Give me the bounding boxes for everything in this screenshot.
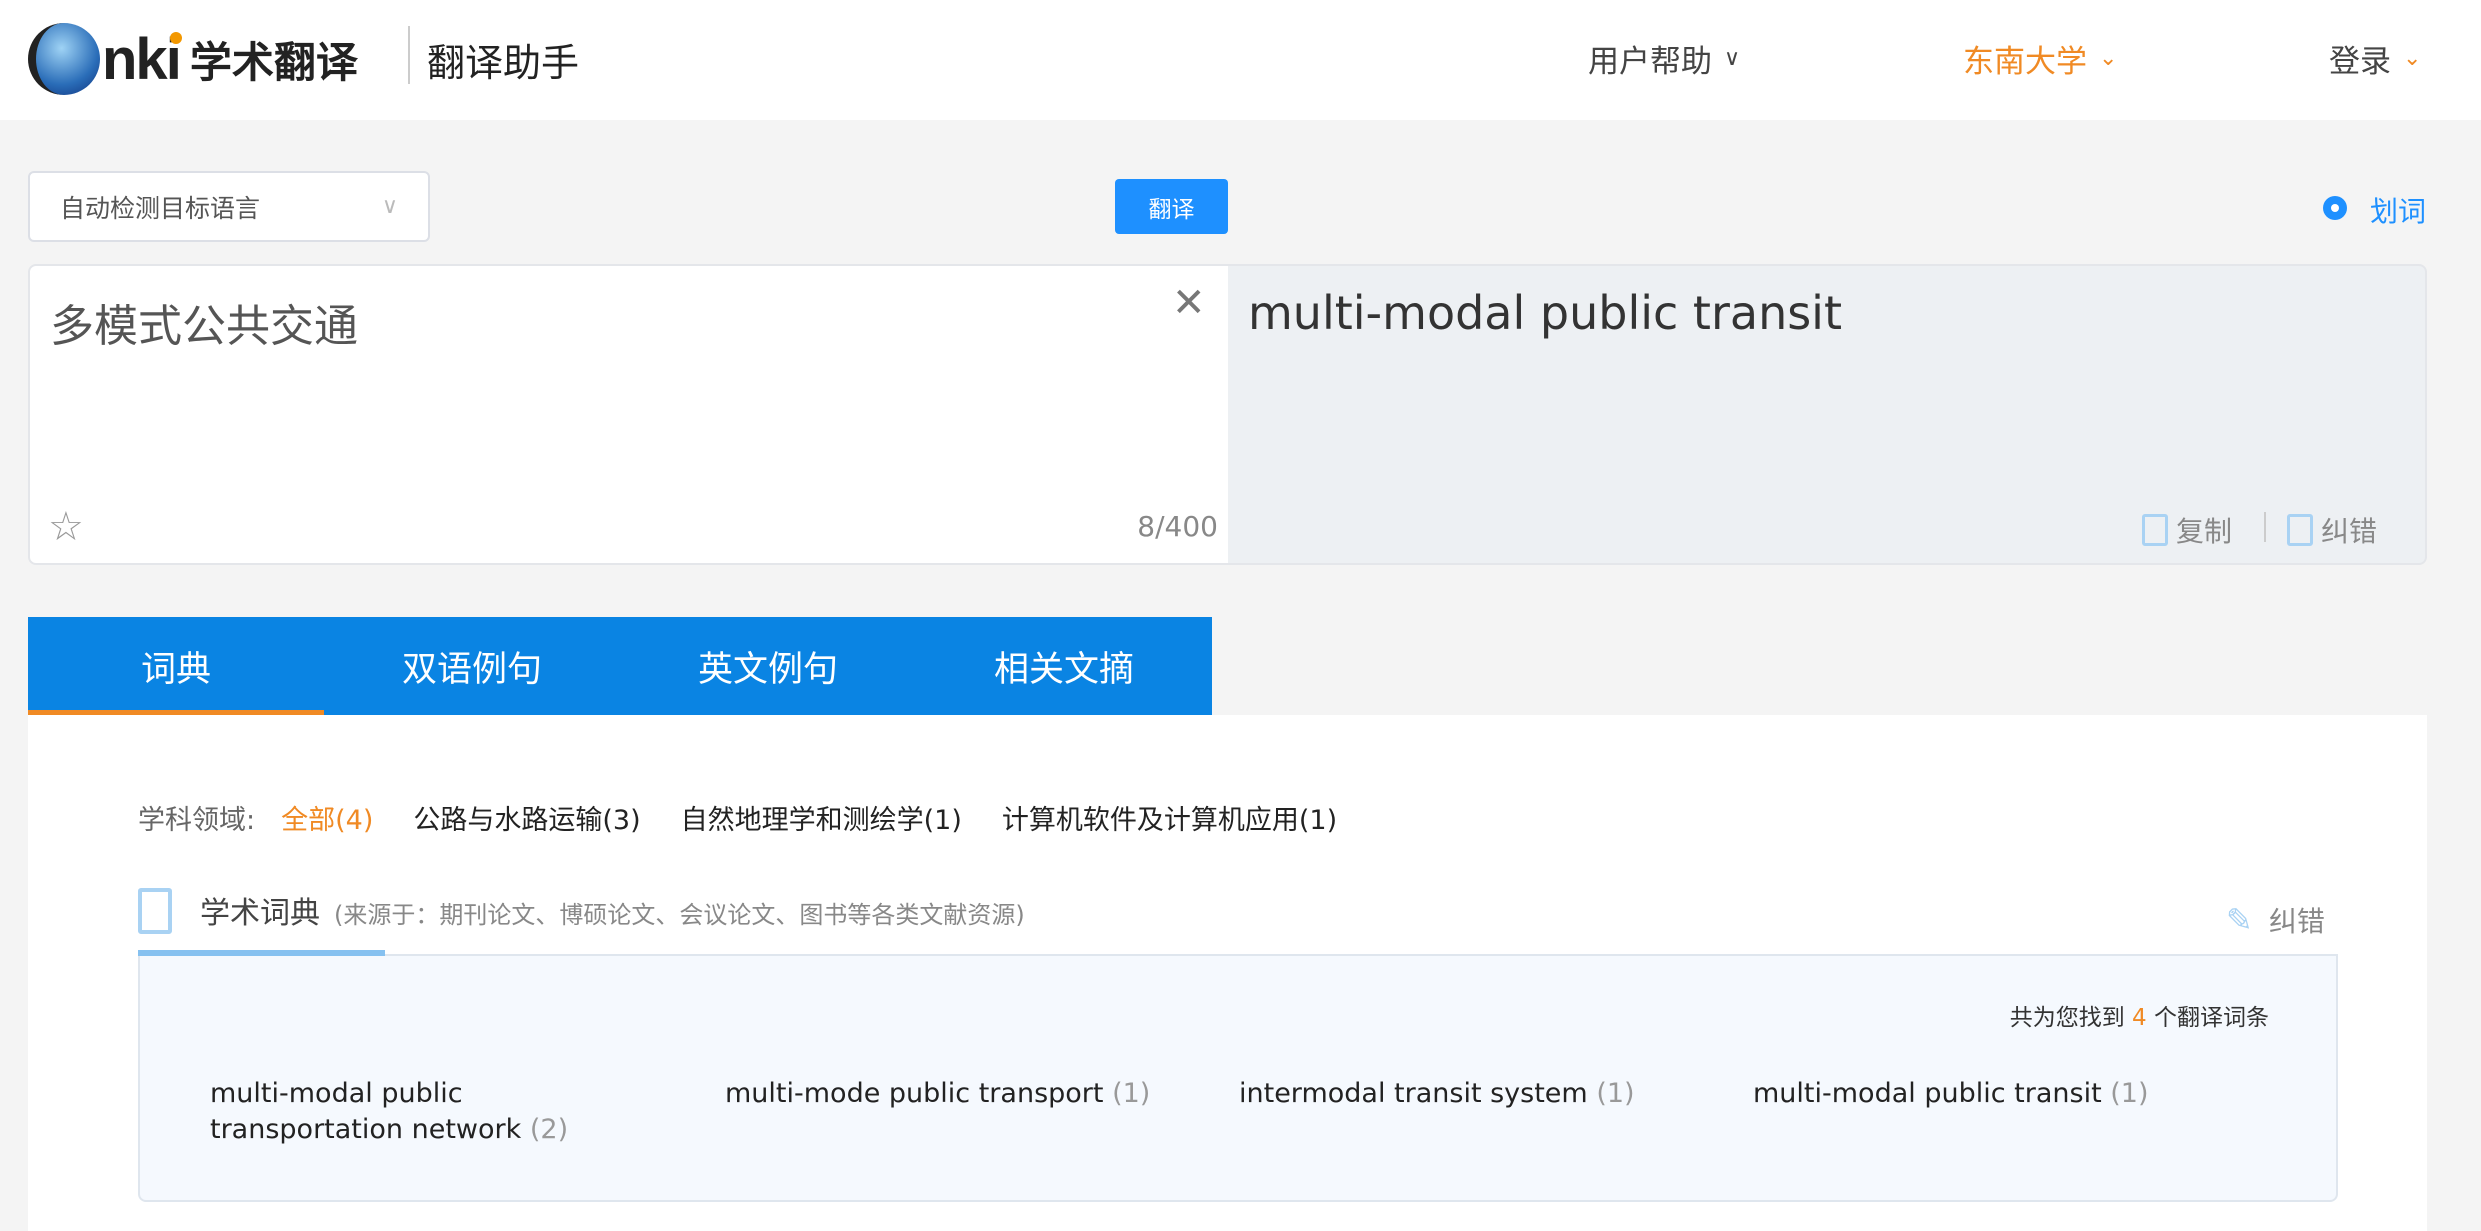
star-icon[interactable]: ☆ [48,504,84,550]
subject-filters: 学科领域: 全部(4) 公路与水路运输(3) 自然地理学和测绘学(1) 计算机软… [138,798,1337,837]
nav-label: 东南大学 [1963,44,2087,80]
dictionary-source: (来源于：期刊论文、博硕论文、会议论文、图书等各类文献资源) [334,901,1025,929]
dictionary-title: 学术词典 [200,896,320,931]
nav-label: 登录 [2329,44,2391,80]
report-error-button[interactable]: 纠错 [2287,510,2377,550]
pencil-icon: ✎ [2226,901,2253,939]
entry-term: multi-mode public transport [725,1078,1104,1109]
dictionary-entry[interactable]: multi-mode public transport (1) [725,1076,1185,1112]
globe-icon [28,23,100,95]
nav-label: 用户帮助 [1588,44,1712,80]
word-select-radio[interactable] [2323,196,2347,220]
copy-icon [2142,514,2168,546]
divider [408,26,410,84]
chevron-down-icon: ∨ [381,194,398,219]
dictionary-header: 学术词典 (来源于：期刊论文、博硕论文、会议论文、图书等各类文献资源) [138,888,1025,934]
clear-icon[interactable]: ✕ [1172,280,1206,326]
copy-button[interactable]: 复制 [2142,510,2232,550]
found-prefix: 共为您找到 [2009,1005,2125,1031]
report-label: 纠错 [2268,905,2325,938]
entry-count: (1) [1596,1078,1635,1109]
report-icon [2287,514,2313,546]
result-tabs: 词典 双语例句 英文例句 相关文摘 [28,617,1212,715]
entry-count: (2) [529,1114,569,1145]
found-suffix: 个翻译词条 [2154,1005,2269,1031]
filter-item[interactable]: 公路与水路运输(3) [413,798,640,837]
nav-login[interactable]: 登录 ⌄ [2329,36,2421,81]
nav-user-help[interactable]: 用户帮助 ∨ [1588,36,1740,81]
tab-related-abstracts[interactable]: 相关文摘 [916,617,1212,715]
filter-label: 学科领域: [138,805,256,836]
found-count-text: 共为您找到 4 个翻译词条 [1700,998,2269,1032]
entry-term: multi-modal public transit [1753,1078,2102,1109]
document-icon [138,888,172,934]
report-label: 纠错 [2321,515,2378,548]
cnki-logo[interactable]: nk i 学术翻译 [28,19,358,99]
char-count: 8/400 [1137,510,1218,543]
select-value: 自动检测目标语言 [60,193,261,223]
copy-label: 复制 [2176,515,2233,548]
filter-item[interactable]: 计算机软件及计算机应用(1) [1002,798,1337,837]
translate-button[interactable]: 翻译 [1115,179,1228,234]
dictionary-report-button[interactable]: ✎ 纠错 [2226,900,2325,940]
filter-all[interactable]: 全部(4) [281,798,373,837]
nav-institution[interactable]: 东南大学 ⌄ [1963,36,2117,81]
filter-item[interactable]: 自然地理学和测绘学(1) [681,798,962,837]
chevron-down-icon: ∨ [1724,46,1741,71]
dictionary-entry[interactable]: intermodal transit system (1) [1239,1076,1699,1112]
entry-term: multi-modal public transportation networ… [210,1078,522,1145]
chevron-down-icon: ⌄ [2099,46,2118,71]
source-text[interactable]: 多模式公共交通 [50,290,358,354]
section-underline [138,950,385,956]
top-header: nk i 学术翻译 翻译助手 用户帮助 ∨ 东南大学 ⌄ 登录 ⌄ [0,0,2481,120]
target-language-select[interactable]: 自动检测目标语言 ∨ [28,171,430,242]
logo-text: 学术翻译 [189,37,358,87]
entry-term: intermodal transit system [1239,1078,1588,1109]
app-subtitle: 翻译助手 [427,41,580,85]
tab-dictionary[interactable]: 词典 [28,617,324,715]
entry-count: (1) [1112,1078,1151,1109]
entry-count: (1) [2110,1078,2149,1109]
word-select-label[interactable]: 划词 [2370,190,2426,230]
translation-text: multi-modal public transit [1248,286,1843,340]
divider [2264,512,2266,542]
dictionary-entry[interactable]: multi-modal public transit (1) [1753,1076,2213,1112]
found-count: 4 [2132,1005,2147,1031]
dictionary-entry[interactable]: multi-modal public transportation networ… [210,1076,610,1148]
tab-bilingual-examples[interactable]: 双语例句 [324,617,620,715]
tab-english-examples[interactable]: 英文例句 [620,617,916,715]
chevron-down-icon: ⌄ [2403,46,2422,71]
